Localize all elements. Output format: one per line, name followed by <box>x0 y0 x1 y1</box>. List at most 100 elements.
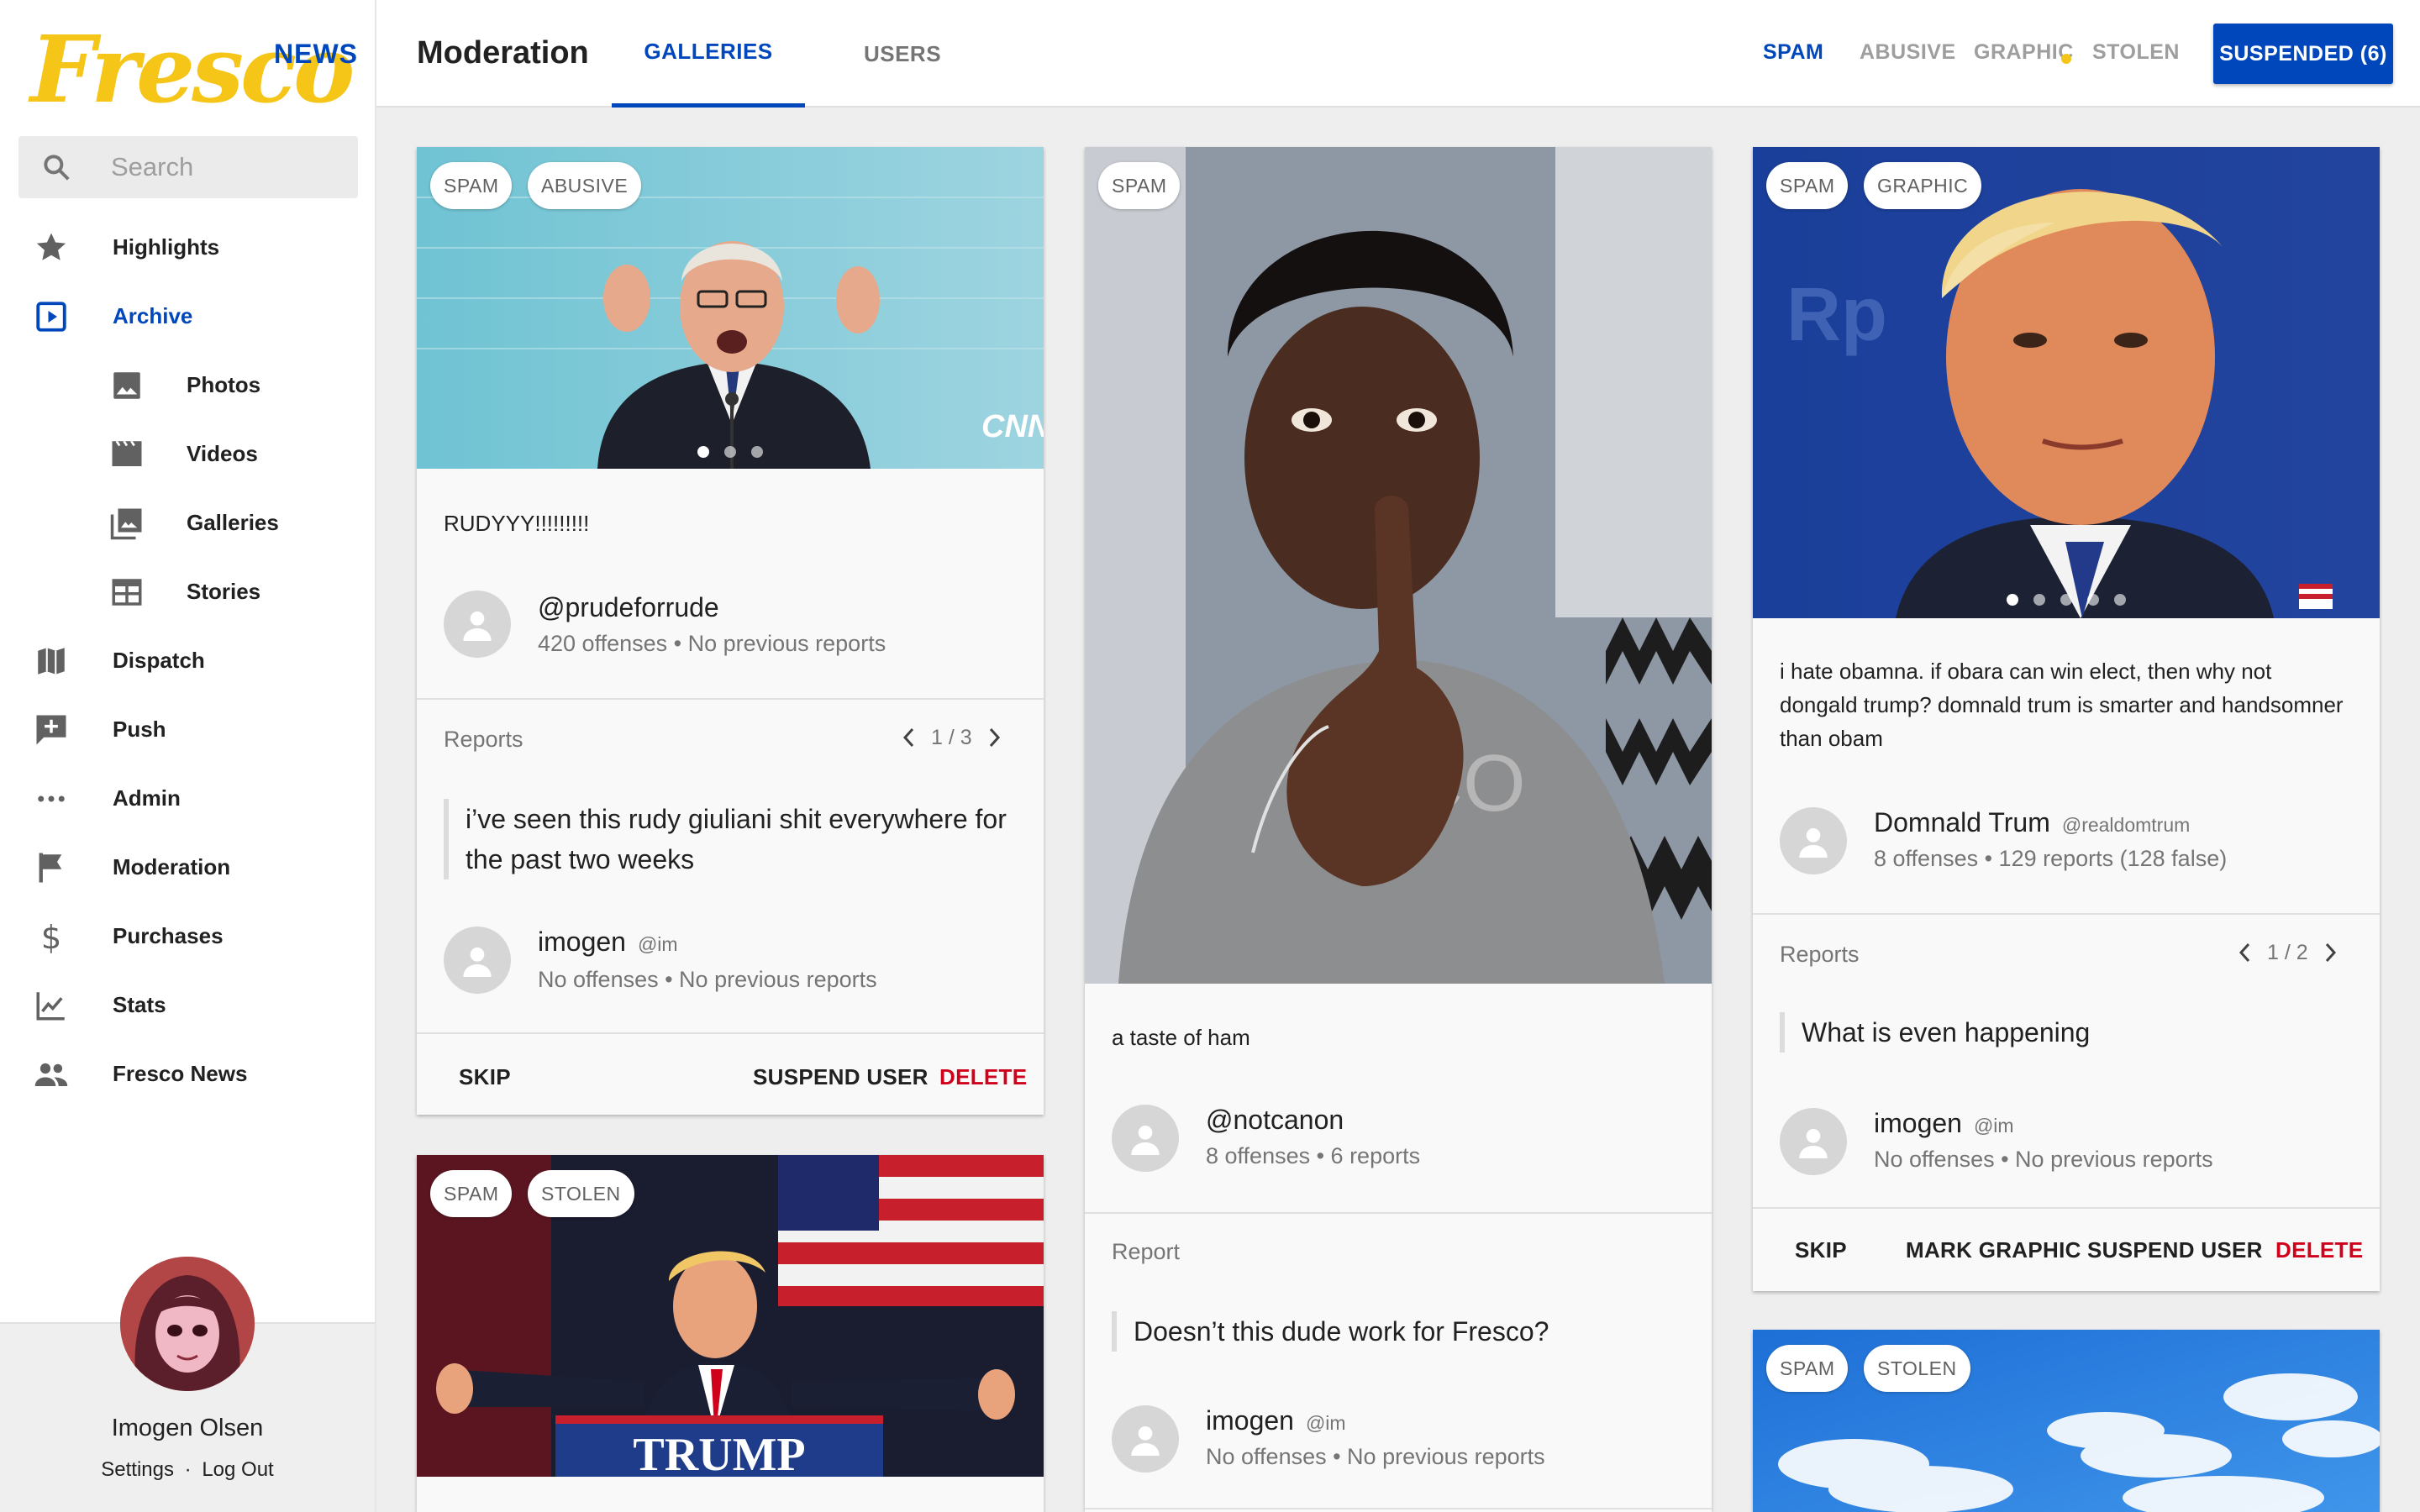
chevron-right-icon[interactable] <box>2320 940 2340 965</box>
profile-links: Settings · Log Out <box>0 1458 375 1482</box>
sidebar-item-admin[interactable]: Admin <box>0 768 375 828</box>
gallery-card: SPAM STOLEN <box>1753 1330 2380 1512</box>
owner-meta: 8 offenses • 129 reports (128 false) <box>1874 846 2228 871</box>
sidebar-item-videos[interactable]: Videos <box>0 423 375 484</box>
gallery-caption: RUDYYY!!!!!!!!! <box>444 511 590 536</box>
tab-users[interactable]: USERS <box>827 0 978 108</box>
tag-chip[interactable]: SPAM <box>430 162 513 209</box>
sidebar-item-label: Archive <box>113 302 193 328</box>
avatar[interactable] <box>1112 1405 1179 1473</box>
avatar[interactable] <box>1112 1105 1179 1172</box>
sidebar-item-purchases[interactable]: $ Purchases <box>0 906 375 966</box>
owner-name[interactable]: @prudeforrude <box>538 592 719 623</box>
sidebar-item-highlights[interactable]: Highlights <box>0 217 375 277</box>
tab-galleries[interactable]: GALLERIES <box>612 0 805 108</box>
sidebar-item-stories[interactable]: Stories <box>0 561 375 622</box>
logout-link[interactable]: Log Out <box>202 1458 273 1481</box>
gallery-image[interactable]: CNN <box>417 147 1044 469</box>
owner-meta: 420 offenses • No previous reports <box>538 631 886 656</box>
mark-graphic-button[interactable]: MARK GRAPHIC <box>1906 1237 2081 1263</box>
reporter-name[interactable]: imogen @im <box>1206 1405 1346 1436</box>
sidebar-item-galleries[interactable]: Galleries <box>0 492 375 553</box>
reporter-name[interactable]: imogen @im <box>538 927 678 958</box>
search-input[interactable] <box>111 136 346 198</box>
delete-button[interactable]: DELETE <box>939 1064 1027 1090</box>
filter-spam[interactable]: SPAM <box>1763 40 1823 65</box>
gallery-image[interactable]: F CO <box>1085 147 1712 984</box>
sidebar-item-push[interactable]: Push <box>0 699 375 759</box>
skip-button[interactable]: SKIP <box>1795 1237 1847 1263</box>
avatar[interactable] <box>444 591 511 658</box>
fresco-logo[interactable]: Fresco NEWS <box>30 24 366 116</box>
carousel-dot[interactable] <box>724 446 736 458</box>
carousel-dot[interactable] <box>2033 594 2045 606</box>
image-icon <box>113 372 140 399</box>
person-icon <box>1799 828 1828 858</box>
gallery-card: F CO SPAM a taste of ham @notcanon 8 off… <box>1085 147 1712 1512</box>
gallery-image[interactable] <box>1753 1330 2380 1512</box>
carousel-dot[interactable] <box>2060 594 2072 606</box>
suspended-button[interactable]: SUSPENDED (6) <box>2213 24 2393 84</box>
tag-chip[interactable]: STOLEN <box>528 1170 634 1217</box>
avatar[interactable] <box>444 927 511 994</box>
podium-sign-text: TRUMP <box>633 1429 805 1477</box>
reporter-meta: No offenses • No previous reports <box>1874 1147 2213 1172</box>
dollar-icon: $ <box>41 919 62 954</box>
map-icon <box>38 648 65 675</box>
suspend-user-button[interactable]: SUSPEND USER <box>753 1064 929 1090</box>
carousel-dots <box>2007 594 2126 606</box>
reporter-name[interactable]: imogen @im <box>1874 1108 2014 1139</box>
gallery-photo: F CO <box>1085 147 1712 984</box>
tag-chip[interactable]: SPAM <box>430 1170 513 1217</box>
chevron-left-icon[interactable] <box>899 725 919 750</box>
settings-link[interactable]: Settings <box>101 1458 174 1481</box>
tag-chip[interactable]: STOLEN <box>1864 1345 1970 1392</box>
gallery-photo: TRUMP <box>417 1155 1044 1477</box>
tag-chip[interactable]: SPAM <box>1098 162 1181 209</box>
stories-icon <box>112 579 142 606</box>
sidebar-item-archive[interactable]: Archive <box>0 286 375 346</box>
skip-button[interactable]: SKIP <box>459 1064 511 1090</box>
gallery-image[interactable]: Rp <box>1753 147 2380 618</box>
page-title: Moderation <box>417 35 589 71</box>
owner-name[interactable]: @notcanon <box>1206 1105 1344 1136</box>
sidebar-item-fresco-news[interactable]: Fresco News <box>0 1043 375 1104</box>
avatar[interactable] <box>1780 807 1847 874</box>
reporter-meta: No offenses • No previous reports <box>538 967 877 992</box>
divider <box>417 698 1044 700</box>
chevron-right-icon[interactable] <box>984 725 1004 750</box>
sidebar-item-moderation[interactable]: Moderation <box>0 837 375 897</box>
gallery-image[interactable]: TRUMP <box>417 1155 1044 1477</box>
link-separator: · <box>184 1458 192 1481</box>
sidebar: Fresco NEWS Highlights Archive Photos Vi… <box>0 0 376 1512</box>
suspend-user-button[interactable]: SUSPEND USER <box>2087 1237 2263 1263</box>
filter-graphic[interactable]: GRAPHIC <box>1974 40 2074 65</box>
tag-chip[interactable]: ABUSIVE <box>528 162 642 209</box>
carousel-dot[interactable] <box>2114 594 2126 606</box>
owner-display-name: Domnald Trum <box>1874 807 2050 837</box>
filter-stolen[interactable]: STOLEN <box>2092 40 2180 65</box>
reporter-username: imogen <box>538 927 626 957</box>
logo-news-label: NEWS <box>274 39 358 69</box>
owner-handle: @realdomtrum <box>2061 814 2191 836</box>
filter-abusive[interactable]: ABUSIVE <box>1860 40 1956 65</box>
avatar[interactable] <box>1780 1108 1847 1175</box>
carousel-dot[interactable] <box>751 446 763 458</box>
avatar[interactable] <box>120 1257 255 1391</box>
tag-chip[interactable]: SPAM <box>1766 1345 1849 1392</box>
reports-label: Reports <box>444 727 523 752</box>
carousel-dot[interactable] <box>2007 594 2018 606</box>
sidebar-item-photos[interactable]: Photos <box>0 354 375 415</box>
sidebar-item-dispatch[interactable]: Dispatch <box>0 630 375 690</box>
reports-pager: 1 / 3 <box>899 725 1004 750</box>
delete-button[interactable]: DELETE <box>2275 1237 2363 1263</box>
chevron-left-icon[interactable] <box>2235 940 2255 965</box>
carousel-dot[interactable] <box>697 446 709 458</box>
sidebar-item-stats[interactable]: Stats <box>0 974 375 1035</box>
tag-chip[interactable]: SPAM <box>1766 162 1849 209</box>
search-box[interactable] <box>18 136 358 198</box>
owner-name[interactable]: Domnald Trum @realdomtrum <box>1874 807 2190 838</box>
tag-chip[interactable]: GRAPHIC <box>1864 162 1982 209</box>
gallery-photo <box>1753 1330 2380 1512</box>
carousel-dot[interactable] <box>2087 594 2099 606</box>
